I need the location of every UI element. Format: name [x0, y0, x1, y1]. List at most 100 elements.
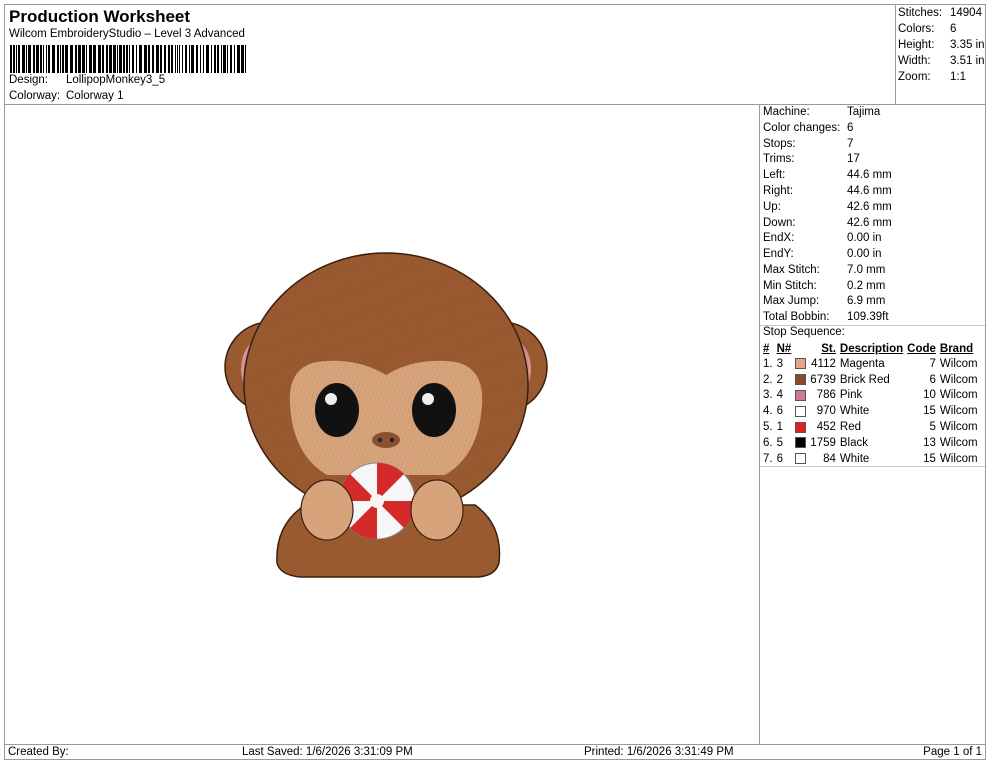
barcode-bar — [175, 45, 176, 73]
barcode-bar — [117, 45, 118, 73]
property-row: Trims: 17 — [763, 153, 985, 168]
property-row: Down: 42.6 mm — [763, 217, 985, 232]
property-label: Trims: — [763, 153, 795, 165]
color-swatch — [795, 421, 807, 433]
worksheet-footer: Created By: Last Saved: 1/6/2026 3:31:09… — [4, 744, 986, 760]
barcode-bar — [62, 45, 64, 73]
barcode-bar — [177, 45, 178, 73]
col-header-desc: Description — [839, 342, 904, 355]
property-label: Max Stitch: — [763, 264, 820, 276]
property-value: 17 — [847, 153, 860, 165]
property-row: Total Bobbin: 109.39ft — [763, 311, 985, 326]
color-swatch-cell — [793, 435, 808, 451]
cell-n: 1 — [776, 421, 783, 434]
left-eye — [315, 383, 359, 437]
cell-brand: Wilcom — [939, 389, 978, 402]
barcode-bar — [171, 45, 173, 73]
cell-st: 1759 — [810, 436, 836, 449]
monkey-embroidery-image — [224, 252, 548, 578]
property-label: EndY: — [763, 248, 794, 260]
cell-code: 15 — [923, 405, 936, 418]
barcode-bar — [185, 45, 187, 73]
cell-brand: Wilcom — [939, 421, 978, 434]
barcode-bar — [206, 45, 209, 73]
property-row: Max Stitch: 7.0 mm — [763, 264, 985, 279]
property-label: Min Stitch: — [763, 280, 817, 292]
barcode-bar — [70, 45, 73, 73]
cell-n: 3 — [776, 357, 783, 370]
barcode-bar — [211, 45, 212, 73]
barcode-bar — [33, 45, 35, 73]
barcode-bar — [26, 45, 27, 73]
summary-label: Zoom: — [898, 71, 931, 83]
barcode-bar — [82, 45, 85, 73]
property-label: Color changes: — [763, 122, 841, 134]
cell-desc: Pink — [839, 389, 863, 402]
property-label: Right: — [763, 185, 794, 197]
barcode-bar — [230, 45, 232, 73]
property-value: 7 — [847, 138, 854, 150]
color-swatch-cell — [793, 388, 808, 404]
barcode-bar — [48, 45, 50, 73]
nose — [372, 432, 400, 448]
property-row: Left: 44.6 mm — [763, 169, 985, 184]
property-label: Stops: — [763, 138, 796, 150]
cell-brand: Wilcom — [939, 405, 978, 418]
barcode-bar — [234, 45, 235, 73]
barcode-bar — [148, 45, 150, 73]
barcode-bar — [152, 45, 154, 73]
left-eye-highlight — [325, 393, 337, 405]
stop-sequence-title: Stop Sequence: — [763, 326, 845, 338]
cell-st: 6739 — [810, 373, 836, 386]
software-subtitle: Wilcom EmbroideryStudio – Level 3 Advanc… — [9, 28, 245, 40]
barcode — [10, 45, 248, 73]
property-value: 6 — [847, 122, 854, 134]
cell-desc: White — [839, 405, 870, 418]
divider — [760, 466, 985, 467]
table-row: 2. 2 6739 Brick Red 6 Wilcom — [761, 372, 980, 388]
barcode-bar — [113, 45, 116, 73]
barcode-bar — [40, 45, 42, 73]
barcode-bar — [144, 45, 147, 73]
cell-num: 5. — [763, 421, 773, 434]
cell-n: 5 — [776, 436, 783, 449]
barcode-bar — [43, 45, 44, 73]
barcode-bar — [123, 45, 125, 73]
right-eye-highlight — [422, 393, 434, 405]
worksheet-header: Production Worksheet Wilcom EmbroiderySt… — [4, 4, 896, 105]
barcode-bar — [10, 45, 12, 73]
page-number: Page 1 of 1 — [923, 746, 982, 758]
barcode-bar — [164, 45, 166, 73]
barcode-bar — [98, 45, 101, 73]
colorway-label: Colorway: — [9, 90, 61, 102]
color-swatch-cell — [793, 356, 808, 372]
barcode-bar — [139, 45, 142, 73]
table-row: 5. 1 452 Red 5 Wilcom — [761, 419, 980, 435]
property-row: EndY: 0.00 in — [763, 248, 985, 263]
property-value: 44.6 mm — [847, 185, 892, 197]
barcode-bar — [22, 45, 25, 73]
barcode-bar — [75, 45, 77, 73]
cell-code: 5 — [929, 421, 936, 434]
property-label: Down: — [763, 217, 796, 229]
barcode-bar — [78, 45, 81, 73]
cell-desc: White — [839, 452, 870, 465]
barcode-bar — [102, 45, 104, 73]
cell-brand: Wilcom — [939, 357, 978, 370]
barcode-bar — [52, 45, 55, 73]
barcode-bar — [237, 45, 240, 73]
page-title: Production Worksheet — [9, 7, 191, 26]
barcode-bar — [245, 45, 246, 73]
barcode-bar — [203, 45, 204, 73]
design-value: LollipopMonkey3_5 — [66, 74, 166, 86]
property-value: 42.6 mm — [847, 201, 892, 213]
property-value: 42.6 mm — [847, 217, 892, 229]
barcode-bar — [89, 45, 92, 73]
property-row: Min Stitch: 0.2 mm — [763, 280, 985, 295]
property-label: EndX: — [763, 232, 795, 244]
design-row: Design: LollipopMonkey3_5 — [9, 74, 165, 86]
barcode-bar — [168, 45, 170, 73]
col-header-n: N# — [776, 342, 792, 355]
color-swatch-cell — [793, 419, 808, 435]
cell-desc: Magenta — [839, 357, 885, 370]
